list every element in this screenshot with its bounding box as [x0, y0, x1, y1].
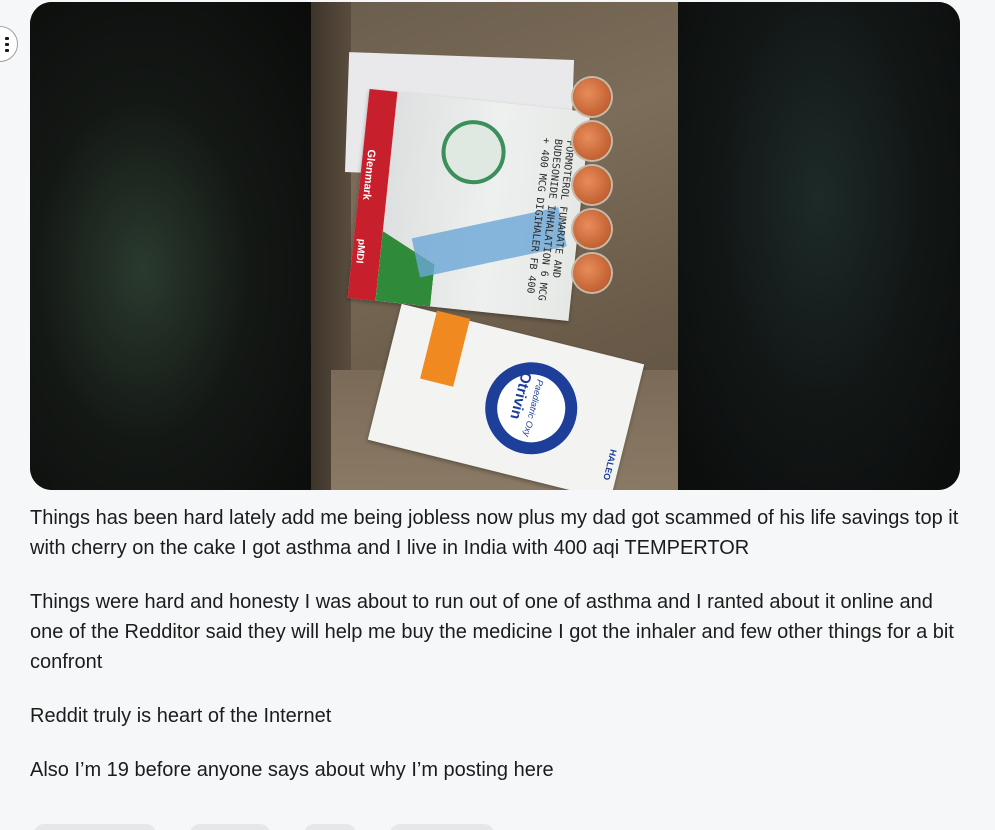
- inhaler-drug-text: FORMOTEROL FUMARATE AND BUDESONIDE INHAL…: [524, 137, 576, 302]
- post-paragraph: Things has been hard lately add me being…: [30, 507, 959, 559]
- post-paragraph: Also I’m 19 before anyone says about why…: [30, 759, 554, 781]
- comments-button[interactable]: [190, 824, 270, 830]
- image-blur-backdrop-right: [678, 2, 960, 490]
- post-body-text: Things has been hard lately add me being…: [30, 503, 965, 809]
- post-paragraph: Things were hard and honesty I was about…: [30, 591, 954, 673]
- vote-button[interactable]: [34, 824, 156, 830]
- more-options-button[interactable]: [0, 26, 18, 62]
- image-blur-backdrop-left: [30, 2, 311, 490]
- capsule-blister-strip: [567, 72, 619, 342]
- share-button[interactable]: [390, 824, 494, 830]
- post-image[interactable]: Glenmark pMDI FORMOTEROL FUMARATE AND BU…: [311, 2, 678, 490]
- post-action-bar: [34, 824, 494, 830]
- post-detail-page: Glenmark pMDI FORMOTEROL FUMARATE AND BU…: [0, 0, 995, 830]
- carton-orange-tab: [420, 310, 471, 387]
- post-paragraph: Reddit truly is heart of the Internet: [30, 705, 332, 727]
- post-image-gallery[interactable]: Glenmark pMDI FORMOTEROL FUMARATE AND BU…: [30, 2, 960, 490]
- more-vertical-icon: [5, 37, 9, 52]
- spray-maker: HALEO: [601, 448, 619, 482]
- inhaler-carton: Glenmark pMDI FORMOTEROL FUMARATE AND BU…: [347, 88, 591, 322]
- carton-seal: [438, 117, 509, 188]
- award-button[interactable]: [304, 824, 356, 830]
